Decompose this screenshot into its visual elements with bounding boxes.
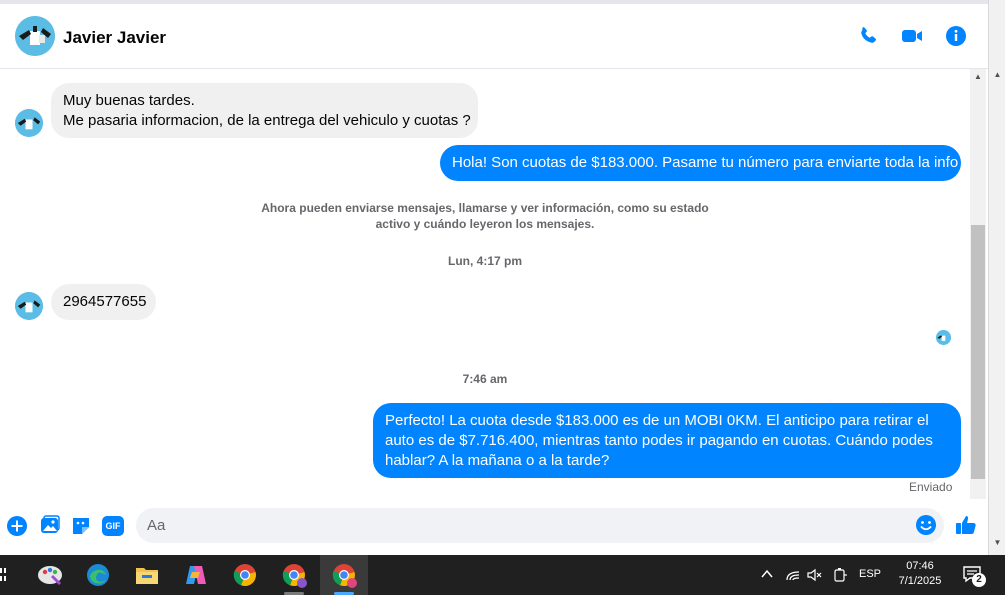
taskbar-file-explorer-app[interactable] bbox=[123, 555, 171, 595]
image-icon[interactable] bbox=[39, 515, 61, 537]
gif-icon[interactable]: GIF bbox=[102, 515, 126, 537]
message-composer: GIF bbox=[0, 499, 988, 555]
wifi-icon[interactable] bbox=[785, 568, 801, 595]
tray-chevron-up-icon[interactable] bbox=[760, 567, 776, 595]
message-list: Muy buenas tardes. Me pasaria informacio… bbox=[0, 69, 970, 499]
video-camera-icon[interactable] bbox=[900, 24, 924, 48]
outgoing-message[interactable]: Perfecto! La cuota desde $183.000 es de … bbox=[373, 403, 961, 478]
messenger-window: Javier Javier Muy buenas tardes. Me pasa… bbox=[0, 0, 1005, 595]
message-text: Perfecto! La cuota desde $183.000 es de … bbox=[385, 412, 929, 429]
windows-taskbar: ESP 07:46 7/1/2025 2 bbox=[0, 555, 1005, 595]
taskbar-chrome-profile-app[interactable] bbox=[270, 555, 318, 595]
read-receipt-avatar bbox=[936, 330, 951, 345]
battery-icon[interactable] bbox=[832, 567, 848, 595]
start-edge-icon[interactable] bbox=[0, 566, 8, 584]
scroll-thumb[interactable] bbox=[971, 225, 985, 479]
sender-avatar[interactable] bbox=[15, 109, 43, 137]
sender-avatar[interactable] bbox=[15, 292, 43, 320]
timestamp: Lun, 4:17 pm bbox=[447, 254, 522, 268]
thumbs-up-icon[interactable] bbox=[954, 513, 978, 537]
volume-muted-icon[interactable] bbox=[807, 568, 823, 595]
clock-date: 7/1/2025 bbox=[898, 575, 942, 587]
contact-name[interactable]: Javier Javier bbox=[63, 28, 166, 48]
emoji-icon[interactable] bbox=[915, 514, 937, 536]
system-notice: Ahora pueden enviarse mensajes, llamarse… bbox=[250, 200, 720, 232]
sticker-icon[interactable] bbox=[70, 515, 92, 537]
outgoing-message[interactable]: Hola! Son cuotas de $183.000. Pasame tu … bbox=[440, 145, 961, 181]
system-clock[interactable]: 07:46 7/1/2025 bbox=[888, 559, 952, 589]
taskbar-paint-app[interactable] bbox=[26, 555, 74, 595]
timestamp: 7:46 am bbox=[462, 372, 508, 386]
incoming-message[interactable]: 2964577655 bbox=[51, 284, 156, 320]
scroll-up-arrow-icon[interactable]: ▲ bbox=[970, 69, 986, 85]
system-notice-line: activo y cuándo leyeron los mensajes. bbox=[375, 217, 595, 231]
chat-scrollbar[interactable]: ▲ bbox=[970, 69, 986, 555]
message-input[interactable] bbox=[147, 508, 907, 543]
taskbar-chrome-active-app[interactable] bbox=[320, 555, 368, 595]
clock-time: 07:46 bbox=[906, 560, 934, 572]
taskbar-edge-app[interactable] bbox=[74, 555, 122, 595]
notification-icon[interactable]: 2 bbox=[962, 565, 988, 595]
gif-label: GIF bbox=[102, 516, 124, 536]
message-input-container[interactable] bbox=[136, 508, 944, 543]
taskbar-chrome-app[interactable] bbox=[221, 555, 269, 595]
plus-circle-icon[interactable] bbox=[6, 515, 28, 537]
page-scrollbar[interactable]: ▲ ▼ bbox=[988, 0, 1005, 555]
message-text: Hola! Son cuotas de $183.000. Pasame tu … bbox=[452, 154, 959, 171]
info-icon[interactable] bbox=[944, 24, 968, 48]
notification-count-badge: 2 bbox=[972, 573, 986, 587]
taskbar-copilot-app[interactable] bbox=[172, 555, 220, 595]
message-text: auto es de $7.716.400, mientras tanto po… bbox=[385, 432, 933, 449]
contact-avatar[interactable] bbox=[15, 16, 55, 56]
chat-header: Javier Javier bbox=[0, 0, 988, 69]
message-text: Me pasaria informacion, de la entrega de… bbox=[63, 112, 471, 129]
page-scroll-down-icon[interactable]: ▼ bbox=[989, 538, 1005, 547]
incoming-message[interactable]: Muy buenas tardes. Me pasaria informacio… bbox=[51, 83, 478, 138]
language-indicator[interactable]: ESP bbox=[859, 568, 881, 595]
message-text: Muy buenas tardes. bbox=[63, 92, 195, 109]
message-text: 2964577655 bbox=[63, 293, 147, 310]
system-notice-line: Ahora pueden enviarse mensajes, llamarse… bbox=[261, 201, 709, 215]
message-status: Enviado bbox=[909, 480, 953, 494]
message-text: hablar? A la mañana o a la tarde? bbox=[385, 452, 610, 469]
phone-icon[interactable] bbox=[856, 24, 880, 48]
page-scroll-up-icon[interactable]: ▲ bbox=[989, 70, 1005, 79]
